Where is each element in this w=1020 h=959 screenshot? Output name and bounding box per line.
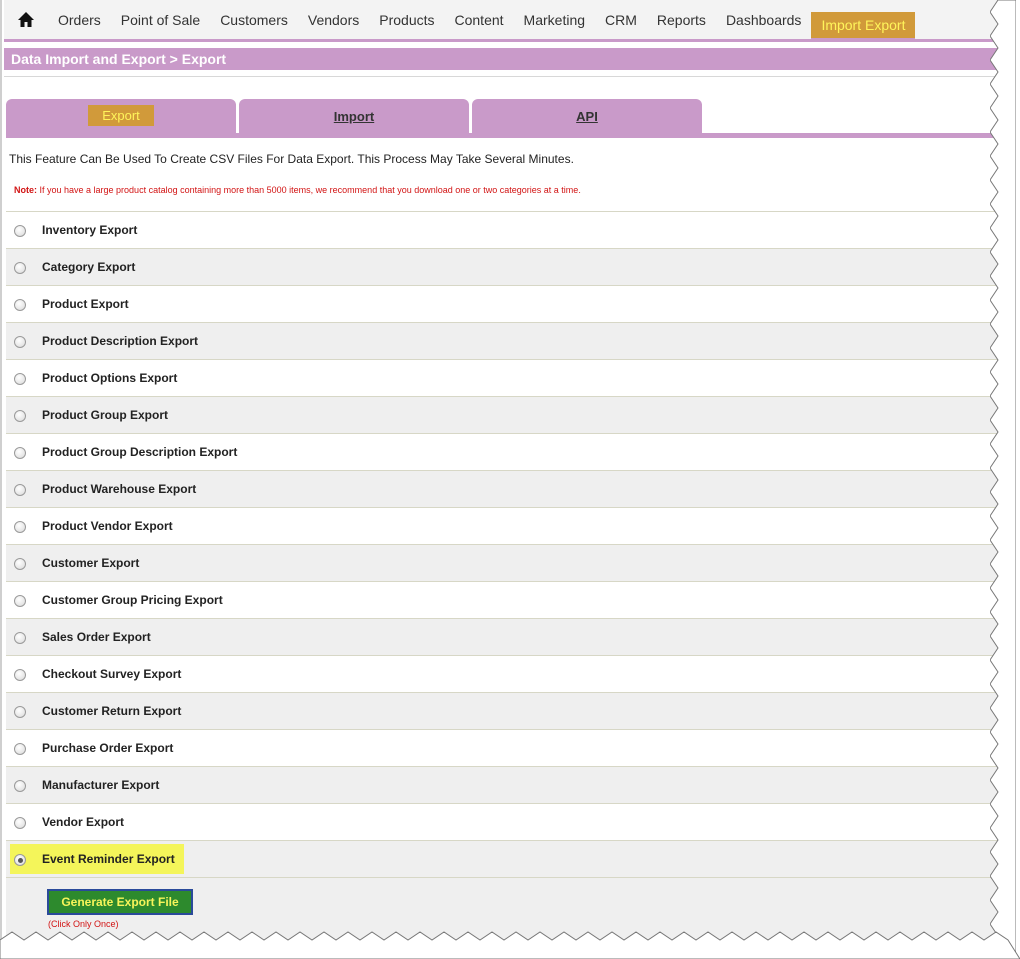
export-option-row[interactable]: Category Export bbox=[6, 248, 1004, 285]
nav-item-customers[interactable]: Customers bbox=[210, 0, 298, 40]
home-icon[interactable] bbox=[4, 0, 48, 40]
export-radio-button[interactable] bbox=[14, 706, 26, 718]
export-radio-button[interactable] bbox=[14, 336, 26, 348]
breadcrumb: Data Import and Export > Export bbox=[4, 48, 1004, 70]
export-radio-button[interactable] bbox=[14, 669, 26, 681]
note-body: If you have a large product catalog cont… bbox=[37, 185, 581, 195]
export-option-row[interactable]: Product Group Export bbox=[6, 396, 1004, 433]
export-radio-button[interactable] bbox=[14, 854, 26, 866]
export-option-label: Purchase Order Export bbox=[42, 741, 174, 755]
export-radio-button[interactable] bbox=[14, 780, 26, 792]
nav-item-reports[interactable]: Reports bbox=[647, 0, 716, 40]
tab-api-label[interactable]: API bbox=[576, 109, 598, 124]
torn-edge-bottom bbox=[0, 931, 1020, 959]
export-radio-button[interactable] bbox=[14, 558, 26, 570]
tab-export-label: Export bbox=[88, 104, 154, 126]
tab-bar: Export Import API bbox=[6, 99, 705, 133]
tab-export[interactable]: Export bbox=[6, 99, 236, 133]
export-option-label: Product Options Export bbox=[42, 371, 178, 385]
export-radio-button[interactable] bbox=[14, 447, 26, 459]
click-once-hint: (Click Only Once) bbox=[48, 919, 119, 929]
export-option-label: Vendor Export bbox=[42, 815, 125, 829]
nav-item-vendors[interactable]: Vendors bbox=[298, 0, 369, 40]
export-options-list: Inventory Export Category Export Product E… bbox=[6, 211, 1004, 945]
export-option-label: Customer Return Export bbox=[42, 704, 182, 718]
tab-import-label[interactable]: Import bbox=[334, 109, 374, 124]
tab-api[interactable]: API bbox=[472, 99, 702, 133]
tab-underline bbox=[6, 133, 1004, 138]
export-option-row[interactable]: Product Options Export bbox=[6, 359, 1004, 396]
export-option-label: Product Export bbox=[42, 297, 129, 311]
torn-edge-right bbox=[990, 0, 1016, 959]
export-option-row[interactable]: Product Group Description Export bbox=[6, 433, 1004, 470]
export-option-label: Sales Order Export bbox=[42, 630, 151, 644]
export-option-label: Category Export bbox=[42, 260, 136, 274]
export-option-row[interactable]: Inventory Export bbox=[6, 211, 1004, 248]
export-option-row[interactable]: Customer Group Pricing Export bbox=[6, 581, 1004, 618]
export-option-row[interactable]: Customer Export bbox=[6, 544, 1004, 581]
export-option-label: Event Reminder Export bbox=[42, 852, 175, 866]
export-radio-button[interactable] bbox=[14, 595, 26, 607]
export-option-row[interactable]: Manufacturer Export bbox=[6, 766, 1004, 803]
nav-item-products[interactable]: Products bbox=[369, 0, 444, 40]
export-option-row[interactable]: Sales Order Export bbox=[6, 618, 1004, 655]
nav-item-orders[interactable]: Orders bbox=[48, 0, 111, 40]
export-option-row[interactable]: Purchase Order Export bbox=[6, 729, 1004, 766]
nav-item-dashboards[interactable]: Dashboards bbox=[716, 0, 812, 40]
export-option-label: Checkout Survey Export bbox=[42, 667, 182, 681]
export-radio-button[interactable] bbox=[14, 225, 26, 237]
top-navigation: Orders Point of Sale Customers Vendors Produ… bbox=[4, 0, 1004, 42]
nav-item-point-of-sale[interactable]: Point of Sale bbox=[111, 0, 210, 40]
export-option-row[interactable]: Checkout Survey Export bbox=[6, 655, 1004, 692]
export-option-label: Product Description Export bbox=[42, 334, 199, 348]
export-radio-button[interactable] bbox=[14, 632, 26, 644]
export-option-row[interactable]: Product Description Export bbox=[6, 322, 1004, 359]
export-option-row[interactable]: Product Warehouse Export bbox=[6, 470, 1004, 507]
nav-item-import-export-label: Import Export bbox=[811, 12, 916, 38]
page-frame: Orders Point of Sale Customers Vendors Produ… bbox=[0, 0, 1004, 945]
nav-item-marketing[interactable]: Marketing bbox=[514, 0, 595, 40]
export-option-label: Product Vendor Export bbox=[42, 519, 173, 533]
intro-text: This Feature Can Be Used To Create CSV F… bbox=[9, 152, 574, 166]
tab-import[interactable]: Import bbox=[239, 99, 469, 133]
export-option-row[interactable]: Vendor Export bbox=[6, 803, 1004, 840]
export-option-row[interactable]: Event Reminder Export bbox=[6, 840, 1004, 877]
export-radio-button[interactable] bbox=[14, 521, 26, 533]
export-option-label: Customer Group Pricing Export bbox=[42, 593, 223, 607]
export-option-row[interactable]: Product Export bbox=[6, 285, 1004, 322]
generate-export-file-button[interactable]: Generate Export File bbox=[47, 889, 193, 915]
export-option-label: Manufacturer Export bbox=[42, 778, 160, 792]
divider bbox=[4, 76, 1004, 77]
export-option-label: Customer Export bbox=[42, 556, 140, 570]
export-radio-button[interactable] bbox=[14, 817, 26, 829]
export-radio-button[interactable] bbox=[14, 262, 26, 274]
export-option-label: Product Group Description Export bbox=[42, 445, 238, 459]
export-radio-button[interactable] bbox=[14, 484, 26, 496]
nav-item-import-export[interactable]: Import Export bbox=[811, 12, 916, 40]
export-option-label: Inventory Export bbox=[42, 223, 138, 237]
export-option-row[interactable]: Customer Return Export bbox=[6, 692, 1004, 729]
export-radio-button[interactable] bbox=[14, 299, 26, 311]
note-label: Note: bbox=[14, 185, 37, 195]
export-option-row[interactable]: Product Vendor Export bbox=[6, 507, 1004, 544]
export-radio-button[interactable] bbox=[14, 743, 26, 755]
export-radio-button[interactable] bbox=[14, 410, 26, 422]
nav-menu: Orders Point of Sale Customers Vendors Produ… bbox=[48, 0, 811, 40]
note-text: Note: If you have a large product catalo… bbox=[14, 185, 581, 195]
export-option-label: Product Group Export bbox=[42, 408, 168, 422]
export-radio-button[interactable] bbox=[14, 373, 26, 385]
nav-item-content[interactable]: Content bbox=[445, 0, 514, 40]
nav-item-crm[interactable]: CRM bbox=[595, 0, 647, 40]
export-option-label: Product Warehouse Export bbox=[42, 482, 197, 496]
